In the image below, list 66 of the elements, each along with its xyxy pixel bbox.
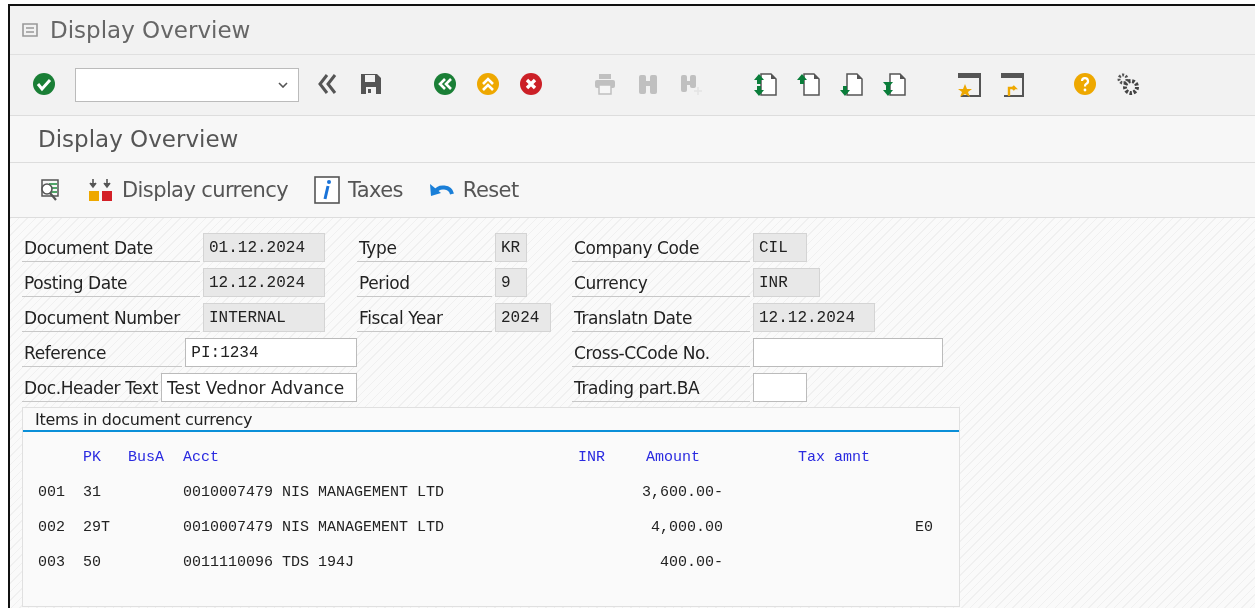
table-cell-text: 002	[38, 519, 66, 536]
back-icon[interactable]	[433, 72, 459, 98]
display-field[interactable]: 01.12.2024	[203, 233, 325, 262]
field-label: Company Code	[572, 233, 750, 262]
field-label: Translatn Date	[572, 303, 750, 332]
display-field[interactable]: 2024	[495, 303, 551, 332]
display-field[interactable]: CIL	[753, 233, 807, 262]
input-field[interactable]: PI:1234	[185, 338, 357, 367]
gear-icon[interactable]	[1116, 72, 1142, 98]
table-cell-text: 001	[38, 484, 66, 501]
field-label: Fiscal Year	[357, 303, 492, 332]
table-cell-text: 4,000.00	[650, 519, 723, 536]
input-field[interactable]	[753, 338, 943, 367]
table-cell-text: E0	[914, 519, 933, 536]
table-cell-text: 400.00-	[659, 554, 723, 571]
first-page-icon[interactable]	[753, 72, 779, 98]
table-cell-text: 0010007479 NIS MANAGEMENT LTD	[183, 519, 446, 536]
window-star-icon[interactable]	[956, 72, 982, 98]
last-page-icon[interactable]	[882, 72, 908, 98]
table-cell-text: 3,600.00-	[641, 484, 723, 501]
table-cell-text: 003	[38, 554, 66, 571]
next-page-icon[interactable]	[839, 72, 865, 98]
column-header: BusA	[128, 449, 165, 466]
panel-title: Items in document currency	[23, 408, 959, 432]
previous-page-icon[interactable]	[796, 72, 822, 98]
table-cell-text: 31	[83, 484, 102, 501]
command-field[interactable]	[75, 68, 299, 102]
arrows-boxes-icon	[88, 178, 114, 202]
column-header: INR	[578, 449, 606, 466]
screen-title: Display Overview	[38, 126, 239, 152]
field-label: Period	[357, 268, 492, 297]
field-label: Cross-CCode No.	[572, 338, 750, 367]
column-header: Amount	[645, 449, 701, 466]
input-field[interactable]: Test Vednor Advance	[160, 373, 357, 402]
field-label: Type	[357, 233, 492, 262]
toolbar-button[interactable]: Taxes	[314, 176, 403, 204]
info-icon	[314, 176, 340, 204]
table-cell-text: 0010007479 NIS MANAGEMENT LTD	[183, 484, 446, 501]
field-label: Reference	[22, 338, 183, 367]
field-label: Doc.Header Text	[22, 373, 158, 402]
field-label: Document Date	[22, 233, 200, 262]
toolbar-button[interactable]: Reset	[428, 178, 519, 202]
table-cell-text: 0011110096 TDS 194J	[183, 554, 356, 571]
field-label: Trading part.BA	[572, 373, 750, 402]
table-cell-text: 50	[83, 554, 102, 571]
field-label: Posting Date	[22, 268, 200, 297]
toolbar-button[interactable]: Display currency	[88, 178, 288, 202]
display-field[interactable]: INTERNAL	[203, 303, 325, 332]
cancel-icon[interactable]	[519, 72, 545, 98]
window-title: Display Overview	[50, 17, 251, 43]
input-field[interactable]	[753, 373, 807, 402]
window-arrow-icon[interactable]	[999, 72, 1025, 98]
dropdown-caret-icon[interactable]	[278, 82, 288, 88]
display-field[interactable]: KR	[495, 233, 527, 262]
field-label: Document Number	[22, 303, 200, 332]
display-field[interactable]: 9	[495, 268, 527, 297]
display-field[interactable]: 12.12.2024	[203, 268, 325, 297]
enter-icon[interactable]	[32, 72, 58, 98]
display-field[interactable]: INR	[753, 268, 820, 297]
list-search-icon[interactable]	[40, 178, 62, 202]
field-label: Currency	[572, 268, 750, 297]
display-field[interactable]: 12.12.2024	[753, 303, 875, 332]
column-header: PK	[83, 449, 102, 466]
table-cell-text: 29T	[83, 519, 111, 536]
column-header: Tax amnt	[797, 449, 871, 466]
column-header: Acct	[183, 449, 220, 466]
